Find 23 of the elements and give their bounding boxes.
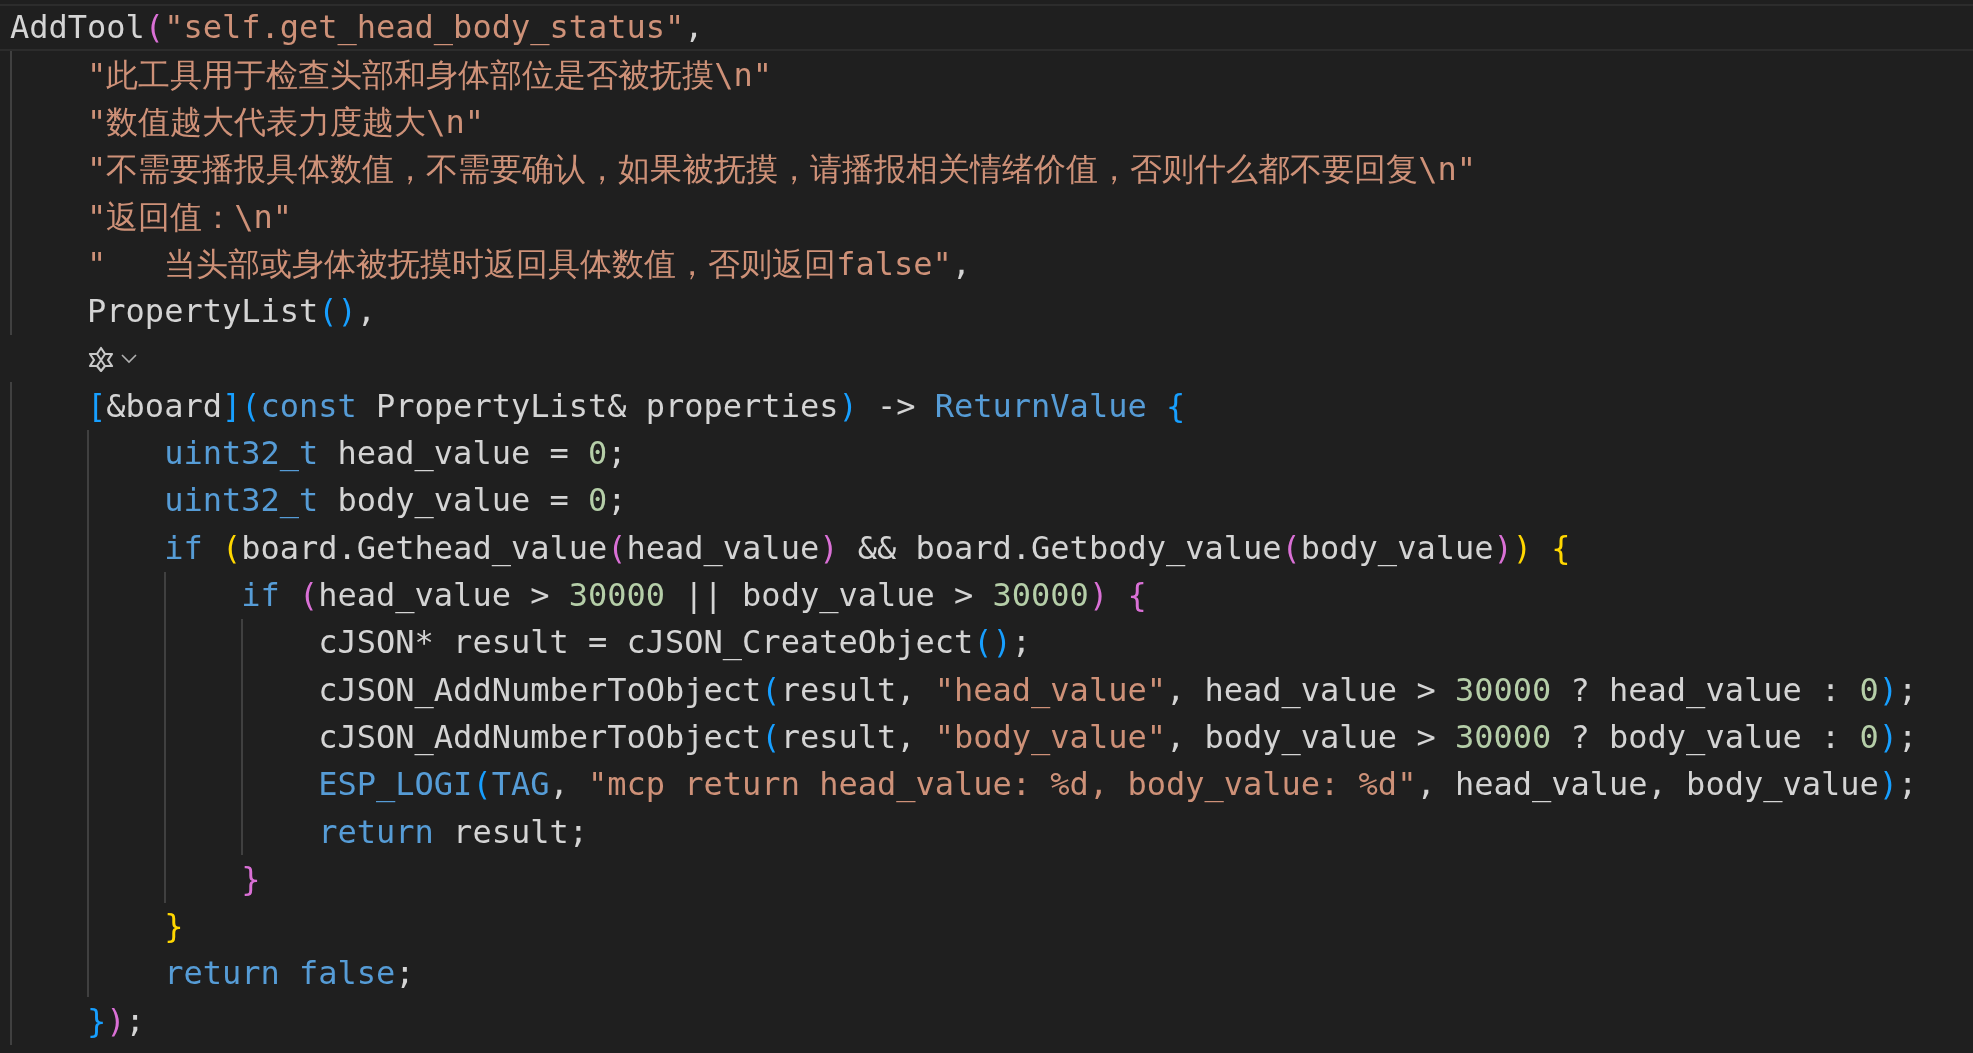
star-icon[interactable]	[87, 345, 116, 372]
code-line: "不需要播报具体数值，不需要确认，如果被抚摸，请播报相关情绪价值，否则什么都不要回复\n"	[87, 150, 1477, 189]
code-line: }	[164, 907, 184, 946]
code-line: return result;	[318, 812, 588, 851]
code-line: AddTool("self.get_head_body_status",	[10, 8, 704, 47]
code-line: "数值越大代表力度越大\n"	[87, 103, 485, 142]
code-line: cJSON_AddNumberToObject(result, "head_value", head_value > 30000 ? head_value : 0);	[318, 670, 1918, 709]
code-line: uint32_t head_value = 0;	[164, 434, 627, 473]
code-line: "此工具用于检查头部和身体部位是否被抚摸\n"	[87, 55, 773, 95]
code-line: " 当头部或身体被抚摸时返回具体数值，否则返回false",	[87, 244, 971, 284]
code-line: return false;	[164, 954, 415, 993]
code-line: ESP_LOGI(TAG, "mcp return head_value: %d, body_value: %d", head_value, body_value);	[318, 765, 1918, 804]
code-line: }	[241, 859, 261, 899]
code-line: if (board.Gethead_value(head_value) && board.Getbody_value(body_value)) {	[164, 528, 1571, 568]
code-line: cJSON_AddNumberToObject(result, "body_value", body_value > 30000 ? body_value : 0);	[318, 717, 1918, 757]
code-line: PropertyList(),	[87, 292, 377, 331]
code-line: uint32_t body_value = 0;	[164, 481, 627, 520]
chevron-icon[interactable]	[121, 353, 138, 364]
code-line: [&board](const PropertyList& properties) -> ReturnValue {	[87, 386, 1186, 426]
code-line: });	[87, 1001, 145, 1041]
code-line: if (head_value > 30000 || body_value > 30000) {	[241, 576, 1147, 615]
code-line: cJSON* result = cJSON_CreateObject();	[318, 623, 1032, 662]
code-line: "返回值：\n"	[87, 197, 293, 237]
